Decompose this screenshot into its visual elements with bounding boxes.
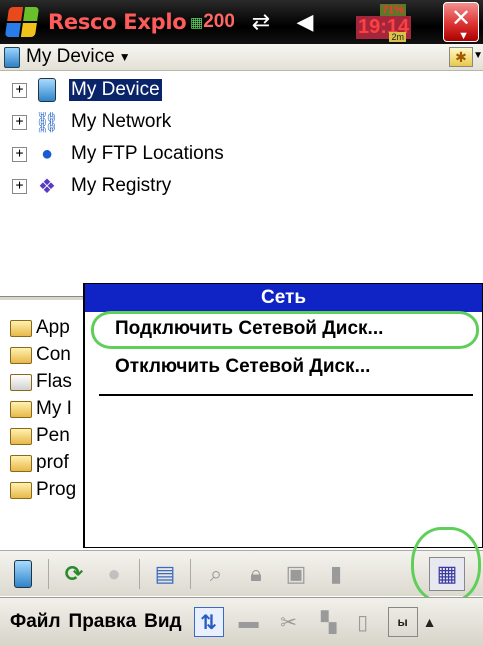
list-item[interactable]: My I	[10, 396, 72, 422]
list-item-label: prof	[36, 452, 69, 473]
chevron-up-icon[interactable]: ▲	[422, 607, 438, 637]
ftp-globe-icon: ●	[40, 142, 54, 165]
network-status-icon: ▦	[190, 14, 204, 30]
menu-item-disconnect-network-drive[interactable]: Отключить Сетевой Диск...	[115, 356, 370, 378]
device-button[interactable]	[8, 559, 38, 589]
volume-icon[interactable]: ◀	[288, 9, 322, 35]
list-item[interactable]: prof	[10, 450, 69, 476]
menu-divider	[99, 394, 473, 396]
expand-icon[interactable]: +	[12, 146, 27, 162]
refresh-icon[interactable]: ⟳	[59, 559, 89, 589]
folder-icon	[10, 346, 32, 364]
device-icon	[4, 46, 20, 68]
list-item[interactable]: Prog	[10, 477, 76, 503]
list-item[interactable]: Con	[10, 342, 71, 368]
network-icon: ⛓	[34, 111, 60, 134]
network-folder-icon[interactable]: ▣	[281, 559, 311, 589]
menu-edit[interactable]: Правка	[69, 611, 137, 633]
tree-item-label[interactable]: My Network	[69, 111, 173, 133]
toolbar-divider	[139, 558, 140, 589]
app-title-overflow: ▦200	[190, 11, 234, 32]
menu-view[interactable]: Вид	[144, 611, 181, 633]
folder-icon	[10, 427, 32, 445]
map-network-drive-icon[interactable]: ▦	[429, 557, 465, 591]
keyboard-icon[interactable]: ы	[387, 607, 418, 637]
list-item-label: Prog	[36, 479, 77, 500]
location-label[interactable]: My Device	[26, 46, 115, 68]
folder-icon	[10, 400, 32, 418]
folder-icon	[10, 454, 32, 472]
device-icon	[35, 77, 59, 103]
tree-item-label[interactable]: My Registry	[69, 175, 173, 197]
view-options-button[interactable]: ✱	[449, 47, 473, 67]
location-bar[interactable]: My Device ▼ ✱ ▼	[0, 44, 483, 71]
tree-item-label[interactable]: My FTP Locations	[69, 143, 226, 165]
battery-percent: 71%	[379, 4, 406, 16]
expand-icon[interactable]: +	[12, 114, 27, 130]
lock-icon[interactable]: 🔒︎	[241, 559, 271, 589]
list-item-label: App	[36, 317, 70, 338]
tree-item-my-ftp-locations[interactable]: + ● My FTP Locations	[12, 138, 226, 170]
folder-icon	[10, 481, 32, 499]
copy-icon[interactable]: ▚	[314, 607, 344, 637]
context-menu-title: Сеть	[85, 284, 482, 312]
find-icon[interactable]: ⌕	[201, 559, 231, 589]
stop-icon[interactable]: ●	[99, 559, 129, 589]
expand-icon[interactable]: +	[12, 82, 27, 98]
device-icon	[14, 559, 32, 588]
expand-icon[interactable]: +	[12, 178, 27, 194]
paste-icon[interactable]: ▯	[348, 607, 378, 637]
list-item[interactable]: Pen	[10, 423, 70, 449]
toolbar: ⟳ ● ▤ ⌕ 🔒︎ ▣ ▮ ▦	[0, 527, 483, 603]
chevron-down-icon[interactable]: ▼	[473, 50, 483, 61]
menu-item-map-network-drive[interactable]: Подключить Сетевой Диск...	[115, 318, 383, 340]
list-item[interactable]: Flas	[10, 369, 72, 395]
registry-icon: ❖	[38, 175, 56, 198]
list-item-label: Flas	[36, 371, 72, 392]
toolbar-divider	[48, 558, 49, 589]
disconnect-icon[interactable]: ▮	[321, 559, 351, 589]
sort-icon[interactable]: ⇅	[193, 607, 224, 637]
list-item[interactable]: App	[10, 315, 70, 341]
chevron-down-icon[interactable]: ▼	[458, 30, 469, 42]
toolbar-divider	[190, 558, 191, 589]
tree-item-label[interactable]: My Device	[69, 79, 162, 101]
list-item-label: Con	[36, 344, 71, 365]
cut-icon[interactable]: ✂	[274, 607, 304, 637]
folder-icon	[10, 319, 32, 337]
storage-card-icon	[10, 373, 32, 391]
app-title: Resco Explo	[48, 10, 187, 34]
memory-indicator: 2m	[389, 32, 406, 42]
title-bar: Resco Explo ▦200 ⇄ ◀ 71% 19:14 2m ✕ ▼	[0, 0, 483, 44]
menu-file[interactable]: Файл	[10, 611, 61, 633]
chevron-down-icon[interactable]: ▼	[119, 50, 131, 64]
folder-tree: + My Device + ⛓ My Network + ● My FTP Lo…	[0, 72, 483, 287]
new-folder-icon[interactable]: ▬	[234, 607, 264, 637]
list-item-label: Pen	[36, 425, 70, 446]
network-context-menu: Сеть Подключить Сетевой Диск... Отключит…	[83, 283, 483, 548]
list-item-label: My I	[36, 398, 72, 419]
windows-start-icon[interactable]	[0, 0, 44, 44]
tree-item-my-network[interactable]: + ⛓ My Network	[12, 106, 173, 138]
status-cluster[interactable]: 71% 19:14 2m	[352, 2, 412, 42]
tree-item-my-device[interactable]: + My Device	[12, 74, 162, 106]
tree-item-my-registry[interactable]: + ❖ My Registry	[12, 170, 173, 202]
connectivity-icon[interactable]: ⇄	[244, 9, 278, 35]
menu-bar: Файл Правка Вид ⇅ ▬ ✂ ▚ ▯ ы ▲	[0, 597, 483, 646]
properties-icon[interactable]: ▤	[150, 559, 180, 589]
